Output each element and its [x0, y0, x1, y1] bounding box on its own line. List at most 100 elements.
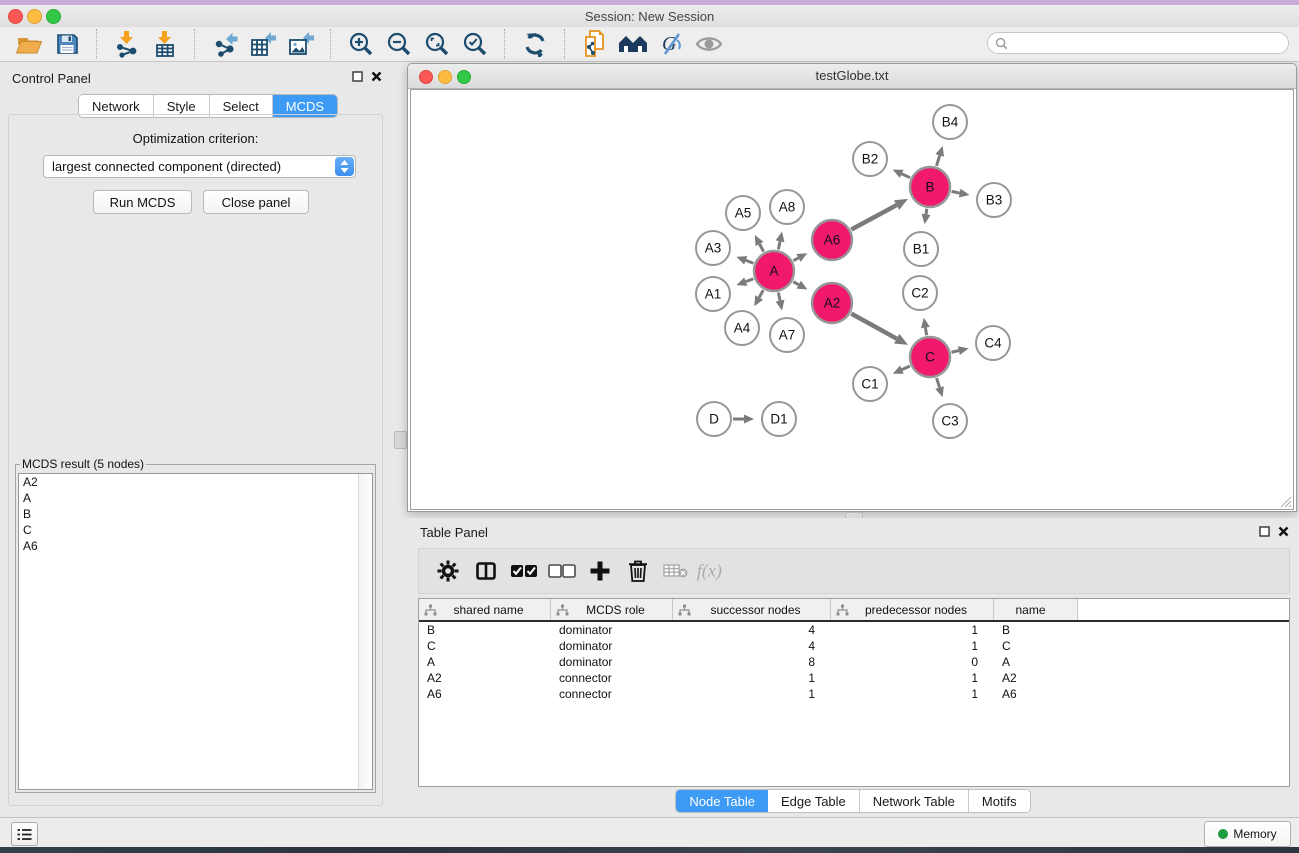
- edge-B-B2[interactable]: [902, 174, 910, 178]
- node-C[interactable]: C: [910, 337, 950, 377]
- vertical-splitter-grip[interactable]: [394, 431, 407, 449]
- add-icon[interactable]: [581, 554, 619, 588]
- export-image-icon[interactable]: [282, 28, 320, 60]
- save-session-icon[interactable]: [48, 28, 86, 60]
- column-header-name[interactable]: name: [994, 599, 1078, 620]
- cell-predecessor-nodes[interactable]: 1: [831, 670, 994, 686]
- node-B3[interactable]: B3: [977, 183, 1011, 217]
- node-A[interactable]: A: [754, 251, 794, 291]
- float-panel-icon[interactable]: [352, 71, 363, 82]
- cell-MCDS-role[interactable]: dominator: [551, 638, 673, 654]
- node-D1[interactable]: D1: [762, 402, 796, 436]
- criterion-select[interactable]: largest connected component (directed): [43, 155, 356, 178]
- search-field[interactable]: [987, 32, 1289, 54]
- edge-A-A1[interactable]: [746, 279, 754, 282]
- cell-shared-name[interactable]: C: [419, 638, 551, 654]
- node-A1[interactable]: A1: [696, 277, 730, 311]
- trash-icon[interactable]: [619, 554, 657, 588]
- node-A5[interactable]: A5: [726, 196, 760, 230]
- table-row[interactable]: Bdominator41B: [419, 622, 1289, 638]
- cell-name[interactable]: C: [994, 638, 1078, 654]
- show-hide-eye-icon[interactable]: [690, 28, 728, 60]
- tab-network-table[interactable]: Network Table: [860, 790, 969, 812]
- export-table-icon[interactable]: [244, 28, 282, 60]
- cell-MCDS-role[interactable]: dominator: [551, 622, 673, 638]
- select-all-checkboxes-icon[interactable]: [505, 554, 543, 588]
- deselect-checkboxes-icon[interactable]: [543, 554, 581, 588]
- edge-B-B3[interactable]: [952, 191, 960, 193]
- table-row[interactable]: A6connector11A6: [419, 686, 1289, 702]
- tab-edge-table[interactable]: Edge Table: [768, 790, 860, 812]
- edge-A-A7[interactable]: [778, 293, 780, 301]
- delete-table-icon[interactable]: [657, 554, 695, 588]
- edge-B-B1[interactable]: [926, 209, 927, 215]
- edge-A-A3[interactable]: [746, 260, 754, 263]
- edge-A-A2[interactable]: [793, 282, 798, 285]
- cell-successor-nodes[interactable]: 1: [673, 670, 831, 686]
- cell-name[interactable]: A: [994, 654, 1078, 670]
- import-network-icon[interactable]: [108, 28, 146, 60]
- node-C2[interactable]: C2: [903, 276, 937, 310]
- edge-A-A6[interactable]: [793, 258, 798, 261]
- cell-name[interactable]: B: [994, 622, 1078, 638]
- result-item[interactable]: A: [19, 490, 372, 506]
- node-B[interactable]: B: [910, 167, 950, 207]
- network-window-titlebar[interactable]: testGlobe.txt: [408, 64, 1296, 89]
- edge-A-A8[interactable]: [778, 241, 780, 249]
- result-item[interactable]: A6: [19, 538, 372, 554]
- cell-successor-nodes[interactable]: 8: [673, 654, 831, 670]
- cell-successor-nodes[interactable]: 4: [673, 638, 831, 654]
- search-input[interactable]: [1012, 35, 1266, 51]
- result-item[interactable]: C: [19, 522, 372, 538]
- memory-button[interactable]: Memory: [1204, 821, 1291, 847]
- result-item[interactable]: B: [19, 506, 372, 522]
- node-A8[interactable]: A8: [770, 190, 804, 224]
- function-builder-icon[interactable]: f(x): [695, 554, 733, 588]
- cell-shared-name[interactable]: A2: [419, 670, 551, 686]
- node-B2[interactable]: B2: [853, 142, 887, 176]
- cell-MCDS-role[interactable]: dominator: [551, 654, 673, 670]
- table-row[interactable]: Adominator80A: [419, 654, 1289, 670]
- cell-shared-name[interactable]: A: [419, 654, 551, 670]
- node-C4[interactable]: C4: [976, 326, 1010, 360]
- close-panel-button[interactable]: Close panel: [203, 190, 309, 214]
- cell-shared-name[interactable]: B: [419, 622, 551, 638]
- node-C1[interactable]: C1: [853, 367, 887, 401]
- edge-B-B4[interactable]: [936, 155, 939, 166]
- column-header-successor-nodes[interactable]: successor nodes: [673, 599, 831, 620]
- edge-C-C3[interactable]: [937, 378, 940, 388]
- window-resize-grip[interactable]: [1277, 493, 1292, 508]
- result-scrollbar[interactable]: [358, 474, 372, 789]
- zoom-selected-icon[interactable]: [456, 28, 494, 60]
- split-columns-icon[interactable]: [467, 554, 505, 588]
- cell-predecessor-nodes[interactable]: 0: [831, 654, 994, 670]
- mcds-result-list[interactable]: A2ABCA6: [18, 473, 373, 790]
- node-A4[interactable]: A4: [725, 311, 759, 345]
- node-B1[interactable]: B1: [904, 232, 938, 266]
- node-A7[interactable]: A7: [770, 318, 804, 352]
- new-network-from-selection-icon[interactable]: [576, 28, 614, 60]
- cell-name[interactable]: A2: [994, 670, 1078, 686]
- first-neighbors-icon[interactable]: [614, 28, 652, 60]
- tab-motifs[interactable]: Motifs: [969, 790, 1030, 812]
- cell-MCDS-role[interactable]: connector: [551, 686, 673, 702]
- result-item[interactable]: A2: [19, 474, 372, 490]
- tab-node-table[interactable]: Node Table: [676, 790, 768, 812]
- node-A3[interactable]: A3: [696, 231, 730, 265]
- node-table[interactable]: shared nameMCDS rolesuccessor nodesprede…: [418, 598, 1290, 787]
- open-session-icon[interactable]: [10, 28, 48, 60]
- cell-MCDS-role[interactable]: connector: [551, 670, 673, 686]
- node-A2[interactable]: A2: [812, 283, 852, 323]
- gear-icon[interactable]: [429, 554, 467, 588]
- task-history-button[interactable]: [11, 822, 38, 846]
- import-table-icon[interactable]: [146, 28, 184, 60]
- edge-A6-B[interactable]: [851, 205, 896, 229]
- cell-successor-nodes[interactable]: 4: [673, 622, 831, 638]
- node-A6[interactable]: A6: [812, 220, 852, 260]
- node-B4[interactable]: B4: [933, 105, 967, 139]
- close-panel-icon[interactable]: [1278, 526, 1289, 537]
- cell-shared-name[interactable]: A6: [419, 686, 551, 702]
- graphics-details-icon[interactable]: G: [652, 28, 690, 60]
- cell-predecessor-nodes[interactable]: 1: [831, 638, 994, 654]
- cell-successor-nodes[interactable]: 1: [673, 686, 831, 702]
